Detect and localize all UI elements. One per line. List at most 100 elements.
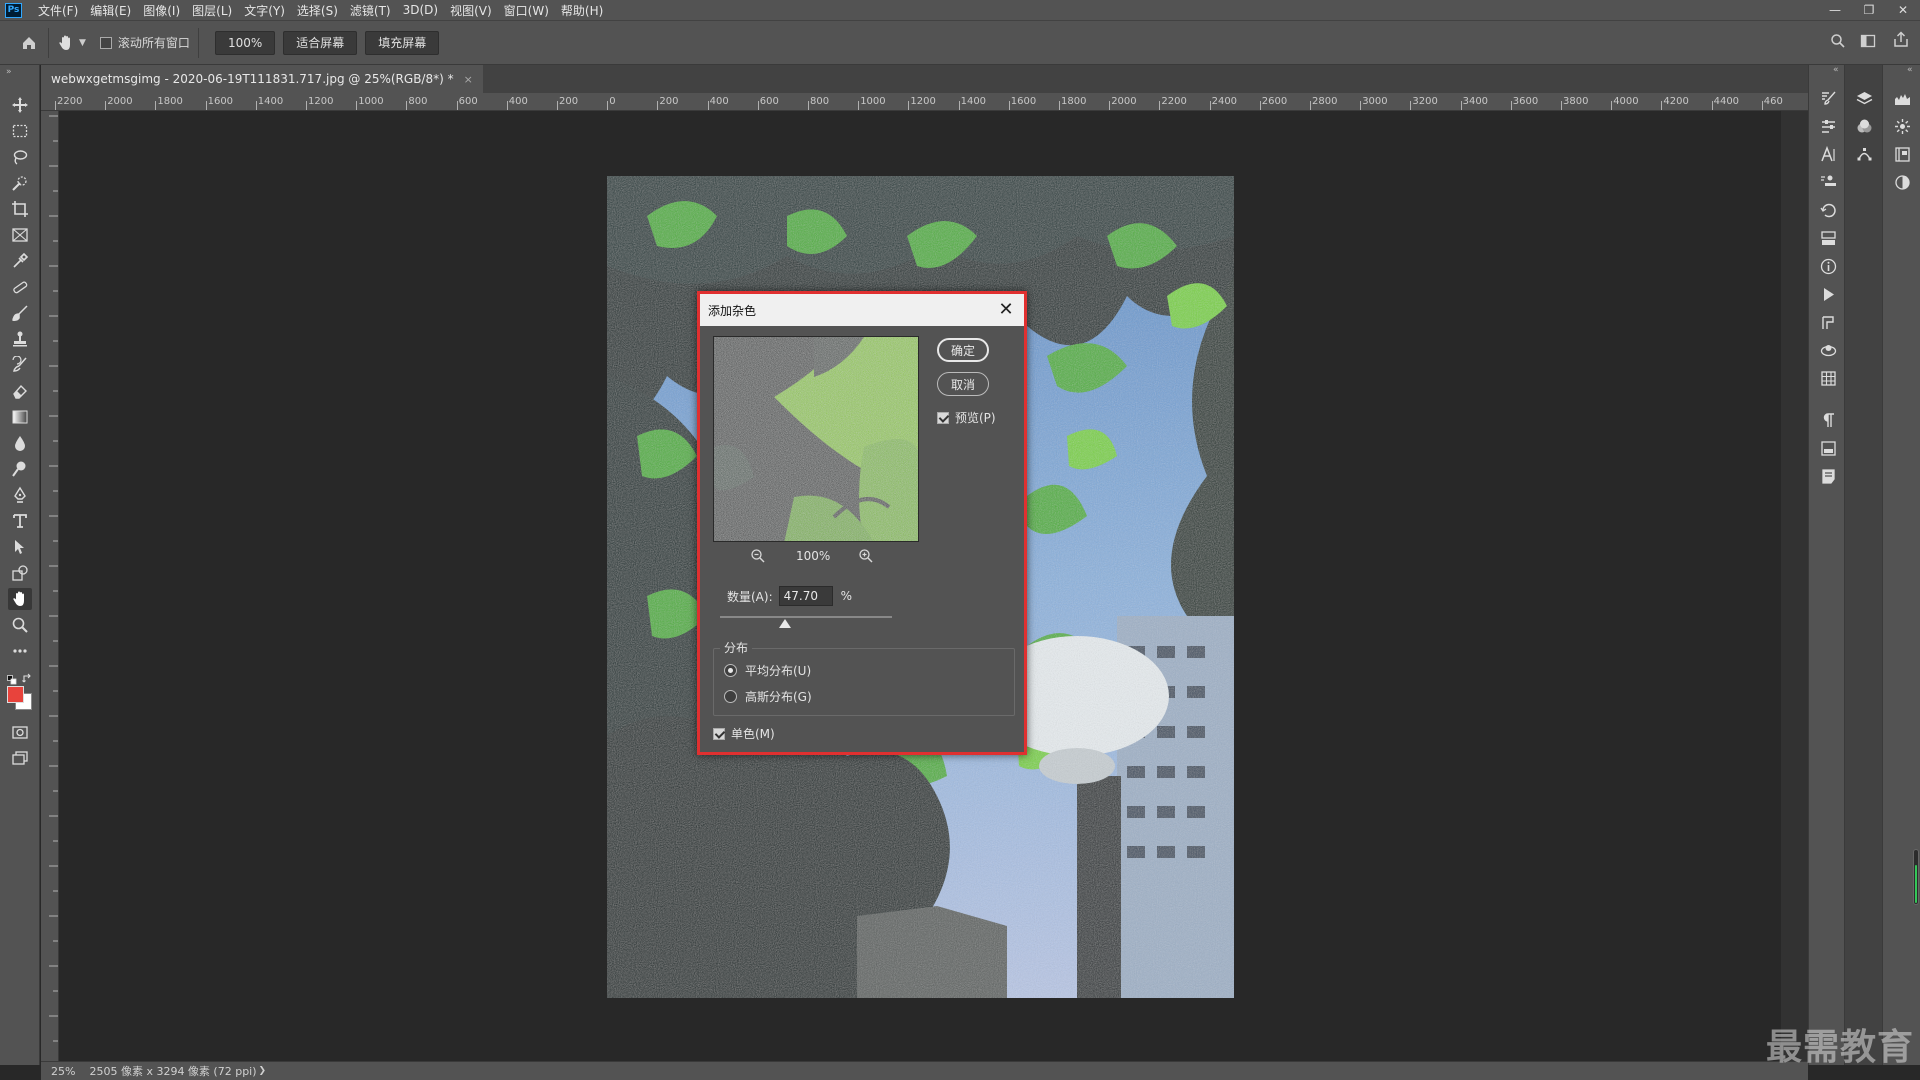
menu-edit[interactable]: 编辑(E): [84, 2, 137, 19]
layers-icon[interactable]: [1854, 88, 1874, 108]
menu-select[interactable]: 选择(S): [291, 2, 344, 19]
history-icon[interactable]: [1818, 200, 1838, 220]
notes-icon[interactable]: [1818, 466, 1838, 486]
histogram-icon[interactable]: [1892, 88, 1912, 108]
scroll-indicator[interactable]: [1913, 849, 1919, 905]
menu-filter[interactable]: 滤镜(T): [344, 2, 397, 19]
quick-selection-tool-icon[interactable]: [8, 172, 32, 194]
hand-tool-preset-icon[interactable]: ▼: [57, 34, 86, 52]
character-icon[interactable]: [1818, 144, 1838, 164]
minimize-icon[interactable]: —: [1818, 0, 1852, 20]
menu-file[interactable]: 文件(F): [32, 2, 84, 19]
dialog-title-bar[interactable]: 添加杂色: [700, 294, 1024, 326]
blur-tool-icon[interactable]: [8, 432, 32, 454]
foreground-color-swatch[interactable]: [7, 686, 24, 703]
screen-mode-icon[interactable]: [8, 747, 32, 769]
ok-button[interactable]: 确定: [937, 338, 989, 362]
gaussian-distribution-radio[interactable]: 高斯分布(G): [724, 688, 812, 705]
channels-icon[interactable]: [1854, 116, 1874, 136]
zoom-out-icon[interactable]: [750, 548, 766, 567]
filter-preview[interactable]: [713, 336, 919, 542]
cancel-button[interactable]: 取消: [937, 372, 989, 396]
actions-play-icon[interactable]: [1818, 284, 1838, 304]
quick-mask-icon[interactable]: [8, 721, 32, 743]
scroll-all-windows-checkbox[interactable]: 滚动所有窗口: [99, 34, 190, 51]
dodge-tool-icon[interactable]: [8, 458, 32, 480]
3d-icon[interactable]: [1818, 340, 1838, 360]
search-icon[interactable]: [1830, 33, 1846, 53]
preview-checkbox[interactable]: 预览(P): [937, 409, 996, 426]
menu-help[interactable]: 帮助(H): [555, 2, 609, 19]
healing-brush-tool-icon[interactable]: [8, 276, 32, 298]
workspace-icon[interactable]: [1860, 33, 1876, 53]
monochromatic-checkbox[interactable]: 单色(M): [713, 725, 775, 742]
monochromatic-checkbox-box[interactable]: [713, 727, 725, 740]
amount-input[interactable]: [778, 586, 833, 606]
status-chevron-icon[interactable]: ❯: [259, 1066, 267, 1076]
history-brush-tool-icon[interactable]: [8, 354, 32, 376]
uniform-radio-button[interactable]: [724, 664, 737, 677]
paragraph-icon[interactable]: [1818, 410, 1838, 430]
restore-icon[interactable]: ❐: [1852, 0, 1886, 20]
menu-image[interactable]: 图像(I): [137, 2, 186, 19]
type-tool-icon[interactable]: [8, 510, 32, 532]
uniform-distribution-radio[interactable]: 平均分布(U): [724, 662, 811, 679]
gaussian-label: 高斯分布(G): [745, 690, 812, 704]
paths-icon[interactable]: [1818, 312, 1838, 332]
menu-3d[interactable]: 3D(D): [397, 3, 444, 17]
menu-view[interactable]: 视图(V): [444, 2, 498, 19]
info-icon[interactable]: [1818, 256, 1838, 276]
frame-tool-icon[interactable]: [8, 224, 32, 246]
gradient-tool-icon[interactable]: [8, 406, 32, 428]
preview-checkbox-box[interactable]: [937, 411, 949, 424]
menu-window[interactable]: 窗口(W): [498, 2, 555, 19]
layer-comps-icon[interactable]: [1818, 228, 1838, 248]
path-selection-tool-icon[interactable]: [8, 536, 32, 558]
marquee-tool-icon[interactable]: [8, 120, 32, 142]
close-window-icon[interactable]: ✕: [1886, 0, 1920, 20]
hand-tool-icon[interactable]: [8, 588, 32, 610]
gaussian-radio-button[interactable]: [724, 690, 737, 703]
zoom-100-button[interactable]: 100%: [214, 30, 276, 55]
eyedropper-tool-icon[interactable]: [8, 250, 32, 272]
fit-screen-button[interactable]: 适合屏幕: [283, 30, 358, 55]
libraries-icon[interactable]: [1892, 144, 1912, 164]
share-icon[interactable]: [1892, 31, 1910, 53]
eraser-tool-icon[interactable]: [8, 380, 32, 402]
close-tab-icon[interactable]: ×: [464, 73, 473, 86]
shape-tool-icon[interactable]: [8, 562, 32, 584]
brushes-icon[interactable]: [1818, 116, 1838, 136]
document-tab[interactable]: webwxgetmsgimg - 2020-06-19T111831.717.j…: [41, 65, 483, 93]
pen-tool-icon[interactable]: [8, 484, 32, 506]
fill-screen-button[interactable]: 填充屏幕: [365, 30, 440, 55]
ruler-tick: [1109, 101, 1111, 110]
lasso-tool-icon[interactable]: [8, 146, 32, 168]
zoom-tool-icon[interactable]: [8, 614, 32, 636]
color-icon[interactable]: [1892, 172, 1912, 192]
menu-layer[interactable]: 图层(L): [186, 2, 238, 19]
brush-settings-icon[interactable]: [1818, 88, 1838, 108]
collapse-panel-icon[interactable]: «: [1833, 65, 1839, 75]
ruler-label: 600: [458, 96, 478, 107]
chevron-down-icon: ▼: [79, 37, 86, 48]
home-icon[interactable]: [18, 32, 40, 54]
scroll-all-checkbox-box[interactable]: [99, 36, 112, 49]
status-zoom-level[interactable]: 25%: [51, 1065, 75, 1078]
crop-tool-icon[interactable]: [8, 198, 32, 220]
move-tool-icon[interactable]: [8, 94, 32, 116]
paragraph-styles-icon[interactable]: [1818, 438, 1838, 458]
paths-panel-icon[interactable]: [1854, 144, 1874, 164]
expand-panel-icon[interactable]: »: [6, 67, 12, 77]
clone-stamp-tool-icon[interactable]: [8, 328, 32, 350]
zoom-in-icon[interactable]: [858, 548, 874, 567]
amount-slider-track[interactable]: [720, 616, 892, 618]
brush-tool-icon[interactable]: [8, 302, 32, 324]
dialog-close-icon[interactable]: ✕: [996, 299, 1016, 320]
menu-type[interactable]: 文字(Y): [238, 2, 291, 19]
more-tools-icon[interactable]: [8, 640, 32, 662]
adjustments-icon[interactable]: [1892, 116, 1912, 136]
collapse-panel-icon[interactable]: «: [1907, 65, 1913, 75]
amount-slider-thumb[interactable]: [779, 619, 792, 628]
tables-grid-icon[interactable]: [1818, 368, 1838, 388]
clone-source-icon[interactable]: [1818, 172, 1838, 192]
